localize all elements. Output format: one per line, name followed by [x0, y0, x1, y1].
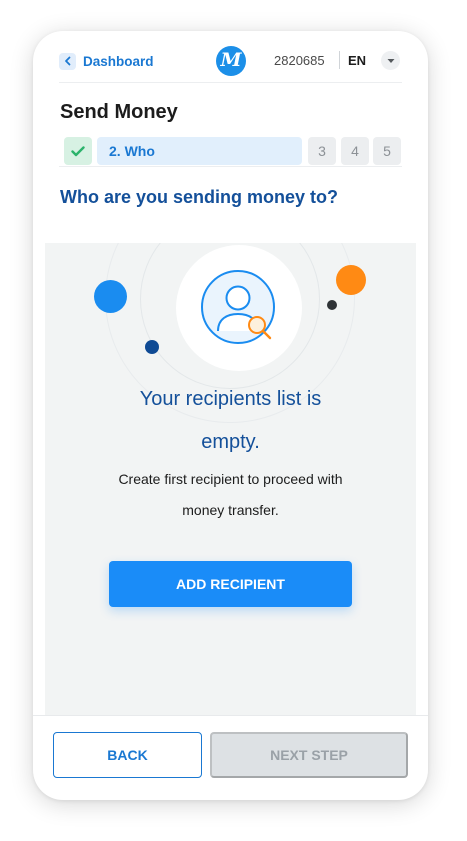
check-icon: [71, 145, 85, 156]
user-search-icon: [201, 270, 275, 344]
decorative-dot-dark: [327, 300, 337, 310]
logo-letter: M: [220, 49, 242, 71]
footer-separator: [33, 715, 428, 716]
empty-state-panel: Your recipients list is empty. Create fi…: [45, 243, 416, 716]
page-title: Send Money: [60, 101, 178, 123]
decorative-dot-blue: [94, 280, 127, 313]
empty-title-line-1: Your recipients list is: [139, 388, 322, 410]
language-label: EN: [348, 53, 367, 68]
empty-state-title: Your recipients list is empty.: [45, 378, 416, 464]
step-4: 4: [341, 137, 369, 165]
step-completed[interactable]: [64, 137, 92, 165]
empty-desc-line-2: money transfer.: [182, 502, 279, 518]
empty-title-line-2: empty.: [201, 431, 260, 453]
top-bar: Dashboard M 2820685 EN: [33, 31, 428, 83]
brand-logo: M: [216, 46, 246, 76]
progress-stepper: 2. Who 3 4 5: [64, 137, 401, 165]
section-question: Who are you sending money to?: [60, 187, 339, 207]
header-separator: [59, 82, 402, 83]
step-current: 2. Who: [97, 137, 302, 165]
back-link-label: Dashboard: [83, 53, 154, 69]
decorative-dot-orange: [336, 265, 366, 295]
next-step-button[interactable]: NEXT STEP: [210, 732, 408, 778]
add-recipient-button[interactable]: ADD RECIPIENT: [109, 561, 352, 607]
back-to-dashboard-link[interactable]: Dashboard: [59, 52, 154, 70]
language-dropdown-button[interactable]: [381, 51, 400, 70]
account-id: 2820685: [274, 53, 325, 68]
chevron-down-icon: [387, 58, 394, 63]
step-5: 5: [373, 137, 401, 165]
step-3: 3: [308, 137, 336, 165]
app-screen: Dashboard M 2820685 EN Send Money 2. Who…: [33, 31, 428, 800]
decorative-dot-navy: [145, 340, 159, 354]
header-divider: [339, 51, 340, 69]
back-button[interactable]: BACK: [53, 732, 202, 778]
stepper-separator: [59, 166, 402, 167]
chevron-left-icon: [59, 52, 76, 70]
empty-state-description: Create first recipient to proceed with m…: [85, 464, 376, 526]
empty-desc-line-1: Create first recipient to proceed with: [118, 471, 343, 487]
